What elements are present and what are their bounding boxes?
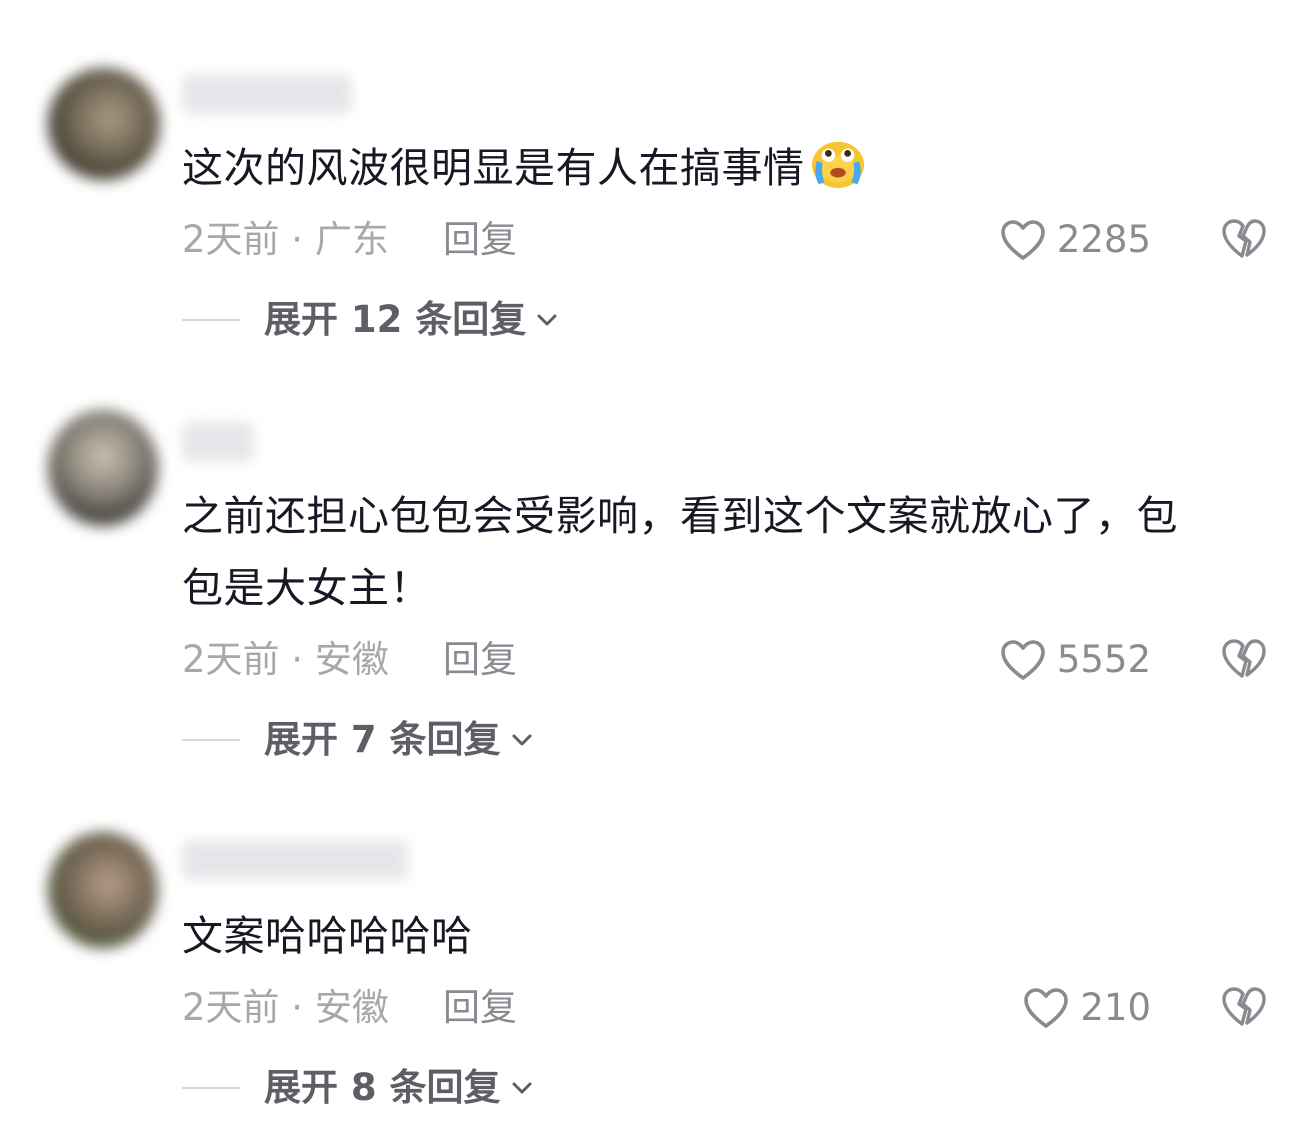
comment-text-content: 文案哈哈哈哈哈 xyxy=(182,912,473,960)
avatar[interactable] xyxy=(48,410,158,526)
comment-meta: 2天前 · 安徽 xyxy=(182,638,389,681)
comment-text: 文案哈哈哈哈哈 xyxy=(182,900,1272,972)
expand-replies-label: 展开 12 条回复 xyxy=(264,298,527,341)
chevron-down-icon xyxy=(537,314,557,326)
like-button[interactable]: 5552 xyxy=(999,638,1151,682)
like-button[interactable]: 210 xyxy=(1022,986,1151,1030)
divider-line xyxy=(182,739,240,741)
comment-meta: 2天前 · 安徽 xyxy=(182,986,389,1029)
expand-replies-button[interactable]: 展开 7 条回复 xyxy=(182,718,535,762)
broken-heart-icon[interactable] xyxy=(1220,216,1268,262)
comment-text: 这次的风波很明显是有人在搞事情 xyxy=(182,132,1272,204)
avatar[interactable] xyxy=(48,68,160,180)
expand-replies-label: 展开 8 条回复 xyxy=(264,1066,501,1109)
reply-button[interactable]: 回复 xyxy=(443,638,517,682)
avatar[interactable] xyxy=(48,832,158,948)
comment-text: 之前还担心包包会受影响，看到这个文案就放心了，包 包是大女主！ xyxy=(182,480,1272,624)
like-count: 5552 xyxy=(1056,638,1151,681)
like-count: 210 xyxy=(1080,986,1151,1029)
comment-text-line: 包是大女主！ xyxy=(182,564,431,612)
username[interactable] xyxy=(182,422,254,462)
heart-outline-icon xyxy=(1001,220,1045,260)
chevron-down-icon xyxy=(512,1082,532,1094)
expand-replies-button[interactable]: 展开 12 条回复 xyxy=(182,298,560,342)
comment-text-content: 这次的风波很明显是有人在搞事情 xyxy=(182,144,805,192)
like-count: 2285 xyxy=(1056,218,1151,261)
divider-line xyxy=(182,1087,240,1089)
chevron-down-icon xyxy=(512,734,532,746)
expand-replies-label: 展开 7 条回复 xyxy=(264,718,501,761)
heart-outline-icon xyxy=(1001,640,1045,680)
heart-outline-icon xyxy=(1024,988,1069,1028)
broken-heart-icon[interactable] xyxy=(1220,984,1268,1030)
username[interactable] xyxy=(182,74,352,114)
reply-button[interactable]: 回复 xyxy=(443,218,517,262)
expand-replies-button[interactable]: 展开 8 条回复 xyxy=(182,1066,535,1110)
comment-meta: 2天前 · 广东 xyxy=(182,218,389,261)
divider-line xyxy=(182,319,240,321)
like-button[interactable]: 2285 xyxy=(999,218,1151,262)
comment-text-line: 之前还担心包包会受影响，看到这个文案就放心了，包 xyxy=(182,492,1178,540)
username[interactable] xyxy=(182,840,408,880)
crying-laughing-emoji-icon xyxy=(811,141,864,189)
reply-button[interactable]: 回复 xyxy=(443,986,517,1030)
broken-heart-icon[interactable] xyxy=(1220,636,1268,682)
